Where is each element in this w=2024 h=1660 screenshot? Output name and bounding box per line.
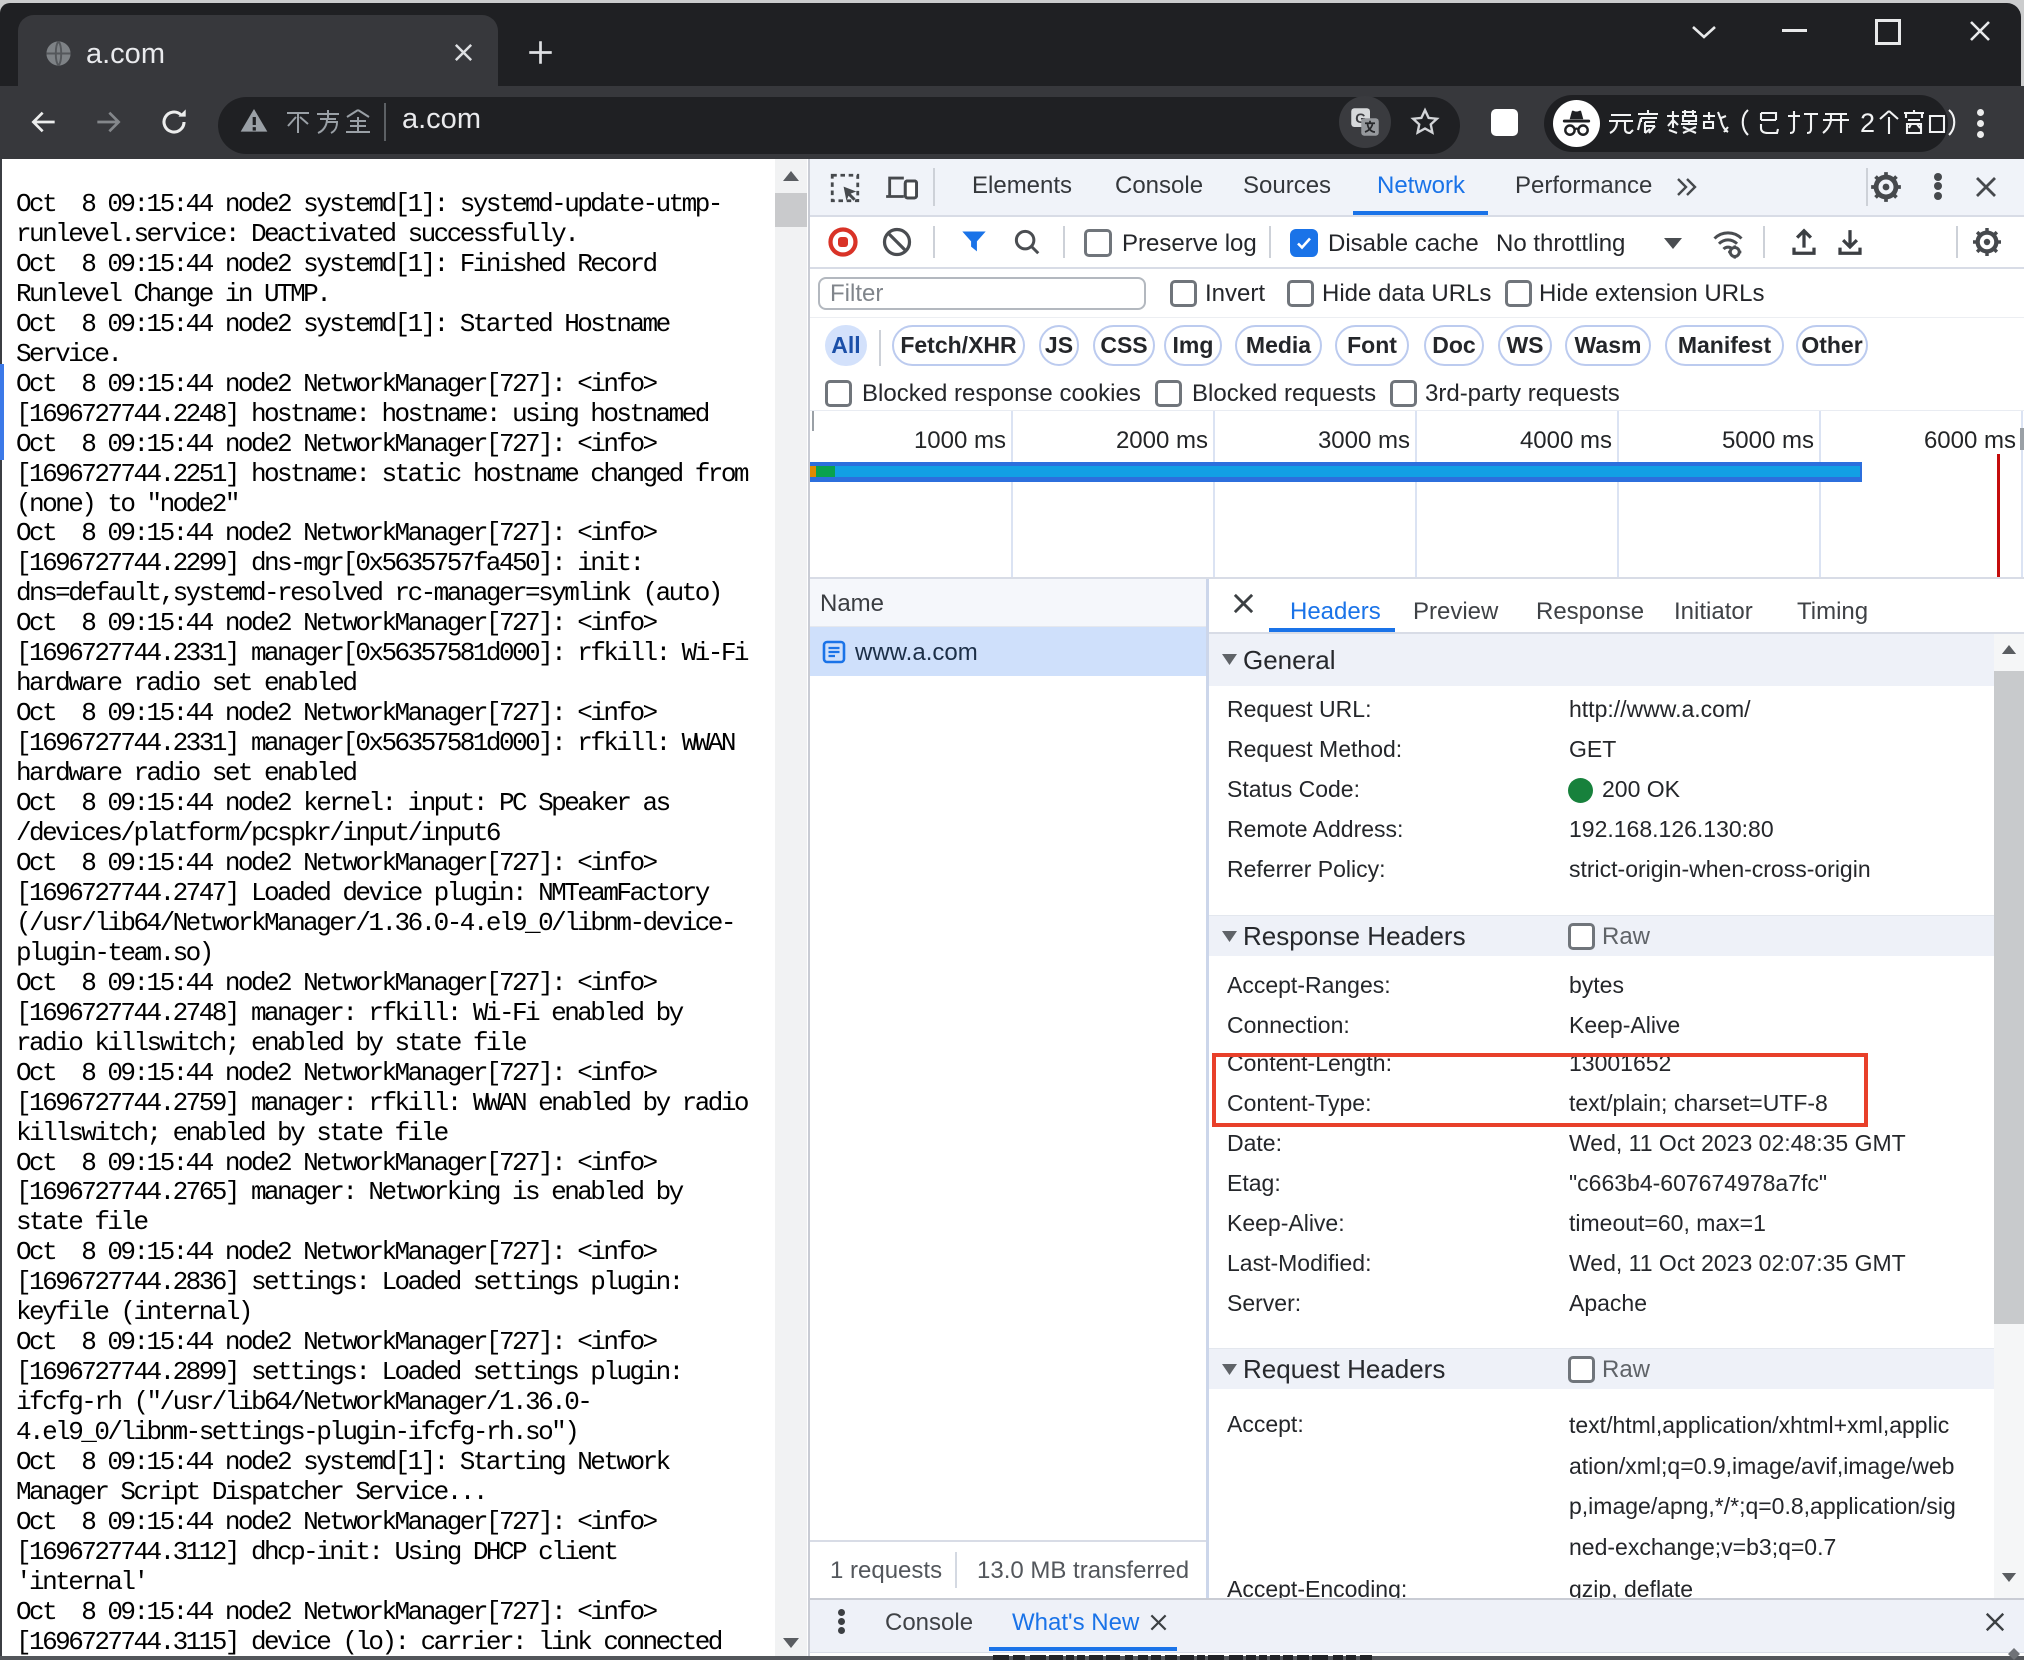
svg-text:2: 2 [1860, 108, 1875, 138]
